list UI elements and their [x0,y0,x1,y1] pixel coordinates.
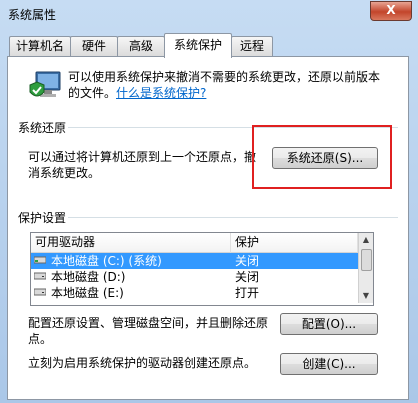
protection-group-label: 保护设置 [16,209,69,226]
tab-advanced[interactable]: 高级 [117,36,165,57]
window-title: 系统属性 [8,8,57,22]
hard-drive-icon [34,288,46,296]
drive-list[interactable]: 可用驱动器 保护 本地磁盘 (C:) (系统) 关闭 本地磁盘 (D:) 关闭 … [30,232,374,306]
tab-hardware[interactable]: 硬件 [70,36,118,57]
hard-drive-icon [34,272,46,280]
drive-protection-status: 打开 [235,286,260,300]
drive-row-e[interactable]: 本地磁盘 (E:) 打开 [31,285,358,301]
configure-button[interactable]: 配置(O)... [280,313,378,335]
create-button[interactable]: 创建(C)... [280,353,378,375]
red-highlight-box [252,125,392,189]
tab-system-protection[interactable]: 系统保护 [164,33,232,58]
drive-name: 本地磁盘 (D:) [51,270,126,284]
system-drive-icon [34,256,46,264]
what-is-system-protection-link[interactable]: 什么是系统保护? [116,86,206,100]
create-description: 立刻为启用系统保护的驱动器创建还原点。 [28,356,257,370]
list-scrollbar[interactable]: ▲ ▼ [358,233,373,303]
drive-row-d[interactable]: 本地磁盘 (D:) 关闭 [31,269,358,285]
scroll-down-icon[interactable]: ▼ [359,289,373,303]
protection-group-line [18,217,398,218]
tab-panel: 可以使用系统保护来撤消不需要的系统更改，还原以前版本的文件。什么是系统保护? 系… [7,56,409,400]
column-header-drive[interactable]: 可用驱动器 [31,233,231,253]
title-bar[interactable]: 系统属性 X [0,0,418,28]
scroll-thumb[interactable] [361,249,372,271]
intro-text: 可以使用系统保护来撤消不需要的系统更改，还原以前版本的文件。什么是系统保护? [68,69,390,101]
column-header-protection[interactable]: 保护 [231,233,358,253]
drive-row-c[interactable]: 本地磁盘 (C:) (系统) 关闭 [31,253,358,269]
tab-computer-name[interactable]: 计算机名 [9,36,71,57]
restore-description: 可以通过将计算机还原到上一个还原点，撤消系统更改。 [28,150,257,180]
computer-shield-icon [29,71,61,97]
intro-description: 可以使用系统保护来撤消不需要的系统更改，还原以前版本的文件。 [68,70,381,100]
configure-description: 配置还原设置、管理磁盘空间，并且删除还原点。 [28,316,269,346]
scroll-up-icon[interactable]: ▲ [359,233,373,247]
drive-name: 本地磁盘 (C:) (系统) [51,254,162,268]
tab-remote[interactable]: 远程 [231,36,273,57]
system-properties-window: 系统属性 X 计算机名 硬件 高级 系统保护 远程 可以使用系统保护来撤消不需要… [0,0,418,403]
close-button[interactable]: X [370,1,412,21]
drive-protection-status: 关闭 [235,254,260,268]
drive-protection-status: 关闭 [235,270,260,284]
drive-name: 本地磁盘 (E:) [51,286,124,300]
restore-group-label: 系统还原 [16,119,69,136]
